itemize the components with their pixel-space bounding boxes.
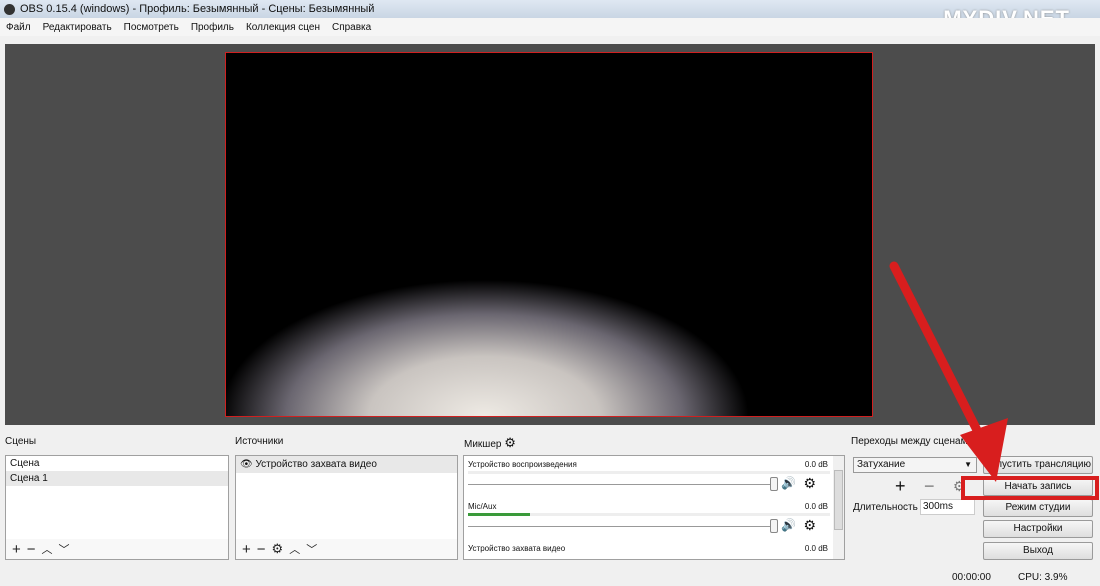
status-bar: 00:00:00 CPU: 3.9% — [0, 568, 1100, 586]
menu-scene-collection[interactable]: Коллекция сцен — [240, 22, 326, 33]
mixer-channel: Устройство воспроизведения 0.0 dB 🔊 ⚙ — [468, 460, 830, 491]
volume-slider[interactable] — [468, 526, 770, 527]
title-bar: OBS 0.15.4 (windows) - Профиль: Безымянн… — [0, 0, 1100, 18]
gear-icon[interactable]: ⚙ — [272, 541, 284, 557]
volume-knob[interactable] — [770, 477, 778, 491]
add-icon[interactable]: + — [12, 541, 21, 558]
level-meter-fill — [468, 513, 530, 516]
exit-button[interactable]: Выход — [983, 542, 1093, 560]
move-up-icon[interactable]: ︿ — [289, 541, 300, 557]
volume-slider[interactable] — [468, 484, 770, 485]
mixer-scrollbar[interactable] — [833, 456, 844, 559]
volume-knob[interactable] — [770, 519, 778, 533]
source-item[interactable]: 👁 Устройство захвата видео — [236, 456, 457, 473]
recording-time: 00:00:00 — [952, 572, 991, 583]
mixer-gear-icon[interactable]: ⚙ — [504, 435, 516, 450]
mixer-label: Микшер ⚙ — [464, 435, 516, 450]
duration-input[interactable]: 300ms — [920, 499, 975, 515]
move-down-icon[interactable]: ﹀ — [59, 541, 70, 557]
add-icon[interactable]: + — [242, 541, 251, 558]
menu-help[interactable]: Справка — [326, 22, 377, 33]
gear-icon[interactable]: ⚙ — [803, 517, 816, 534]
scenes-label: Сцены — [5, 436, 37, 447]
scene-item[interactable]: Сцена — [6, 456, 228, 471]
window-title: OBS 0.15.4 (windows) - Профиль: Безымянн… — [20, 3, 375, 15]
move-up-icon[interactable]: ︿ — [42, 541, 53, 557]
menu-edit[interactable]: Редактировать — [37, 22, 118, 33]
settings-button[interactable]: Настройки — [983, 520, 1093, 538]
cpu-usage: CPU: 3.9% — [1018, 572, 1068, 583]
remove-icon[interactable]: − — [27, 541, 36, 558]
menu-bar: Файл Редактировать Посмотреть Профиль Ко… — [0, 18, 1100, 36]
video-source-preview[interactable] — [225, 52, 873, 417]
menu-view[interactable]: Посмотреть — [118, 22, 185, 33]
red-arrow-icon — [889, 261, 1008, 482]
mixer-panel: Устройство воспроизведения 0.0 dB 🔊 ⚙ Mic/A… — [463, 455, 845, 560]
speaker-icon[interactable]: 🔊 — [781, 476, 796, 490]
duration-label: Длительность — [853, 502, 918, 513]
obs-logo-icon — [4, 3, 15, 15]
studio-mode-button[interactable]: Режим студии — [983, 499, 1093, 517]
scene-item[interactable]: Сцена 1 — [6, 471, 228, 486]
mixer-channel: Mic/Aux 0.0 dB 🔊 ⚙ — [468, 502, 830, 533]
eye-icon[interactable]: 👁 — [240, 459, 253, 470]
gear-icon[interactable]: ⚙ — [803, 475, 816, 492]
move-down-icon[interactable]: ﹀ — [306, 541, 317, 557]
remove-icon[interactable]: − — [257, 541, 266, 558]
sources-list: 👁 Устройство захвата видео + − ⚙ ︿ ﹀ — [235, 455, 458, 560]
menu-profile[interactable]: Профиль — [185, 22, 240, 33]
scenes-list: Сцена Сцена 1 + − ︿ ﹀ — [5, 455, 229, 560]
mixer-channel: Устройство захвата видео 0.0 dB — [468, 544, 828, 553]
speaker-icon[interactable]: 🔊 — [781, 518, 796, 532]
menu-file[interactable]: Файл — [0, 22, 37, 33]
sources-label: Источники — [235, 436, 284, 447]
